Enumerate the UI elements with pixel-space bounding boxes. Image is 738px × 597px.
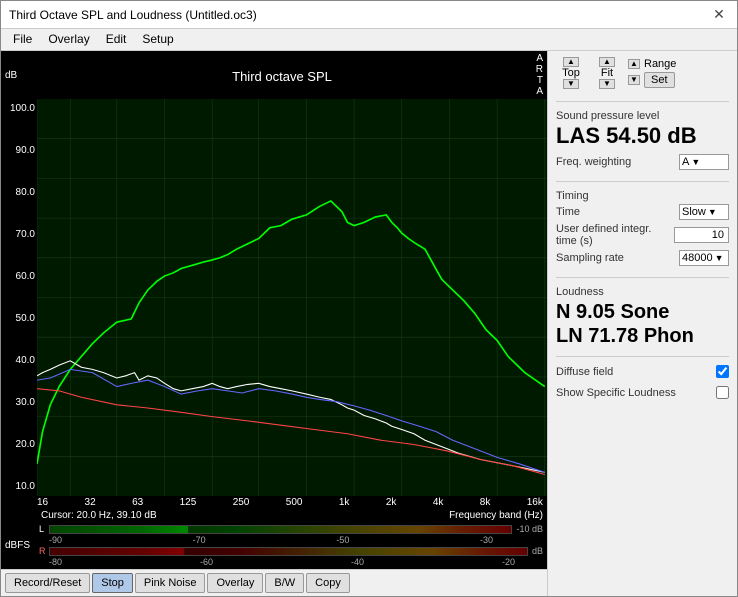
main-window: Third Octave SPL and Loudness (Untitled.…: [0, 0, 738, 597]
right-panel: ▲ Top ▼ ▲ Fit ▼ ▲ Range ▼ Set: [547, 51, 737, 596]
cursor-info: Cursor: 20.0 Hz, 39.10 dB: [41, 510, 157, 521]
dbfs-bar: dBFS L -10 dB -90 -70: [1, 522, 547, 569]
timing-section: Timing Time Slow ▼ User defined integr. …: [556, 190, 729, 269]
db-label: dB: [5, 70, 41, 81]
sampling-rate-dropdown[interactable]: 48000 ▼: [679, 250, 729, 266]
menu-file[interactable]: File: [5, 31, 40, 48]
divider-1: [556, 101, 729, 102]
show-specific-checkbox[interactable]: [716, 386, 729, 399]
chart-wrapper: dB Third octave SPL ARTA 100.0 90.0 80.0…: [1, 51, 547, 596]
time-value: Slow: [682, 206, 706, 218]
fit-down-button[interactable]: ▼: [599, 79, 615, 89]
range-label: Range: [644, 58, 676, 70]
top-label: Top: [556, 67, 586, 79]
r-meter-bar: [49, 547, 528, 556]
close-button[interactable]: ✕: [709, 5, 729, 25]
menu-edit[interactable]: Edit: [98, 31, 135, 48]
chart-title: Third octave SPL: [41, 65, 523, 86]
overlay-button[interactable]: Overlay: [207, 573, 263, 593]
range-up-button[interactable]: ▲: [628, 59, 640, 69]
set-button[interactable]: Set: [644, 72, 675, 88]
sampling-rate-arrow: ▼: [715, 253, 724, 263]
chart-svg: [37, 99, 547, 496]
user-defined-input[interactable]: [674, 227, 729, 243]
menu-bar: File Overlay Edit Setup: [1, 29, 737, 51]
top-up-button[interactable]: ▲: [563, 57, 579, 67]
freq-weighting-label: Freq. weighting: [556, 156, 679, 168]
spl-value: LAS 54.50 dB: [556, 124, 729, 148]
sampling-rate-label: Sampling rate: [556, 252, 679, 264]
record-reset-button[interactable]: Record/Reset: [5, 573, 90, 593]
ln-value: LN 71.78 Phon: [556, 324, 729, 348]
n-value: N 9.05 Sone: [556, 300, 729, 324]
time-row: Time Slow ▼: [556, 204, 729, 220]
diffuse-field-label: Diffuse field: [556, 366, 712, 378]
pink-noise-button[interactable]: Pink Noise: [135, 573, 206, 593]
arta-label: ARTA: [523, 53, 543, 97]
main-content: dB Third octave SPL ARTA 100.0 90.0 80.0…: [1, 51, 737, 596]
divider-4: [556, 356, 729, 357]
spl-section: Sound pressure level LAS 54.50 dB: [556, 110, 729, 148]
fit-spin-group: ▲ Fit ▼: [592, 57, 622, 89]
time-label: Time: [556, 206, 679, 218]
freq-band-label: Frequency band (Hz): [449, 510, 543, 521]
range-row: ▲ Range: [628, 58, 676, 70]
diffuse-field-checkbox[interactable]: [716, 365, 729, 378]
l-channel-label: L: [39, 524, 47, 534]
bw-button[interactable]: B/W: [265, 573, 304, 593]
loudness-section-label: Loudness: [556, 286, 729, 298]
set-row: ▼ Set: [628, 72, 676, 88]
freq-weighting-arrow: ▼: [691, 157, 700, 167]
fit-up-button[interactable]: ▲: [599, 57, 615, 67]
divider-3: [556, 277, 729, 278]
spl-section-label: Sound pressure level: [556, 110, 729, 122]
user-defined-label: User defined integr. time (s): [556, 223, 674, 247]
menu-overlay[interactable]: Overlay: [40, 31, 97, 48]
menu-setup[interactable]: Setup: [134, 31, 181, 48]
user-defined-row: User defined integr. time (s): [556, 223, 729, 247]
top-controls: ▲ Top ▼ ▲ Fit ▼ ▲ Range ▼ Set: [556, 57, 729, 89]
fit-label: Fit: [592, 67, 622, 79]
stop-button[interactable]: Stop: [92, 573, 133, 593]
dbfs-label: dBFS: [5, 540, 35, 551]
bottom-buttons: Record/Reset Stop Pink Noise Overlay B/W…: [1, 569, 547, 596]
y-axis: 100.0 90.0 80.0 70.0 60.0 50.0 40.0 30.0…: [1, 99, 37, 496]
l-meter-row: L -10 dB: [39, 524, 543, 534]
x-axis: 16 32 63 125 250 500 1k 2k 4k 8k 16k: [1, 496, 547, 509]
time-arrow: ▼: [708, 207, 717, 217]
top-spin-group: ▲ Top ▼: [556, 57, 586, 89]
sampling-rate-row: Sampling rate 48000 ▼: [556, 250, 729, 266]
set-down-button[interactable]: ▼: [628, 75, 640, 85]
title-bar: Third Octave SPL and Loudness (Untitled.…: [1, 1, 737, 29]
time-dropdown[interactable]: Slow ▼: [679, 204, 729, 220]
timing-label: Timing: [556, 190, 729, 202]
chart-main: [37, 99, 547, 496]
range-set-group: ▲ Range ▼ Set: [628, 58, 676, 88]
top-down-button[interactable]: ▼: [563, 79, 579, 89]
window-title: Third Octave SPL and Loudness (Untitled.…: [9, 8, 257, 22]
freq-weighting-value: A: [682, 156, 689, 168]
diffuse-field-row: Diffuse field: [556, 365, 729, 378]
chart-with-yaxis: 100.0 90.0 80.0 70.0 60.0 50.0 40.0 30.0…: [1, 99, 547, 496]
freq-weighting-dropdown[interactable]: A ▼: [679, 154, 729, 170]
r-channel-label: R: [39, 546, 47, 556]
r-tick-labels: -80 -60 -40 -20: [39, 557, 543, 567]
freq-weighting-row: Freq. weighting A ▼: [556, 154, 729, 170]
copy-button[interactable]: Copy: [306, 573, 350, 593]
r-meter-row: R dB: [39, 546, 543, 556]
show-specific-row: Show Specific Loudness: [556, 386, 729, 399]
sampling-rate-value: 48000: [682, 252, 713, 264]
show-specific-label: Show Specific Loudness: [556, 387, 712, 399]
l-tick-labels: -90 -70 -50 -30: [39, 535, 543, 545]
loudness-section: Loudness N 9.05 Sone LN 71.78 Phon: [556, 286, 729, 348]
divider-2: [556, 181, 729, 182]
l-meter-bar: [49, 525, 512, 534]
